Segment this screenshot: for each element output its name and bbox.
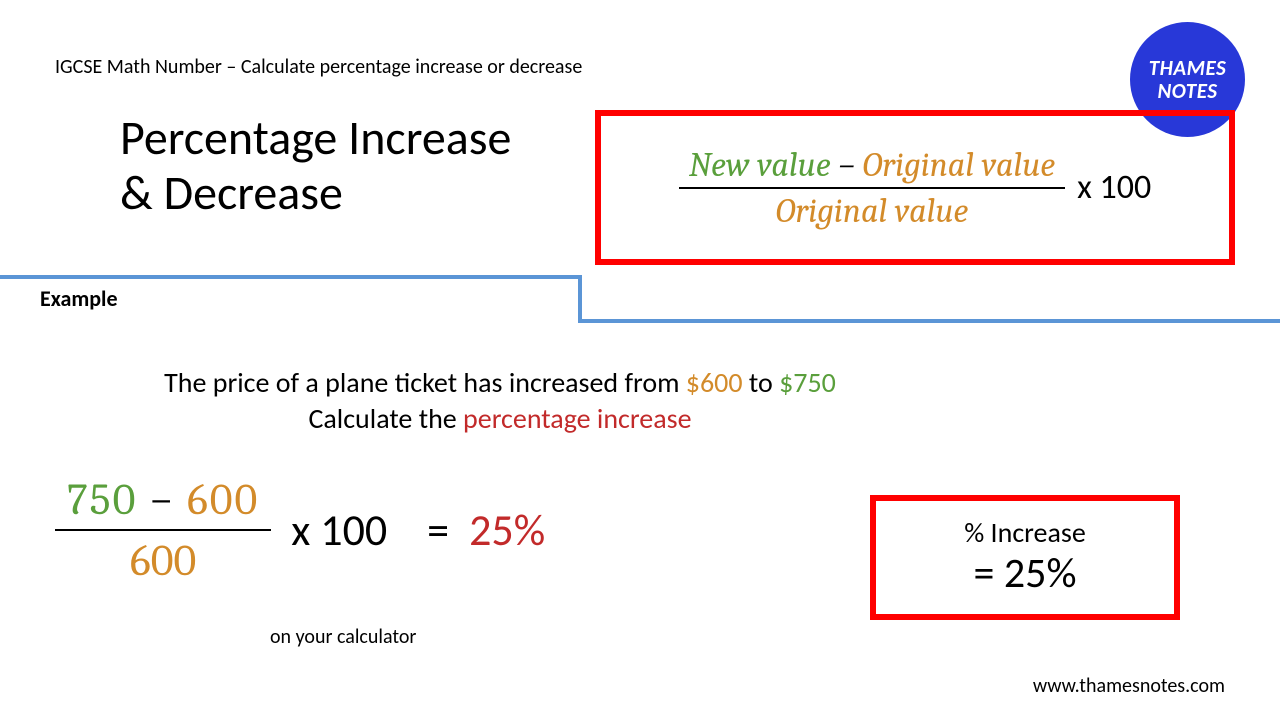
calc-times-100: x 100 (291, 503, 387, 557)
formula-denominator: Original value (766, 189, 979, 233)
example-question: The price of a plane ticket has increase… (0, 365, 1000, 438)
calculation: 750 − 600 600 x 100 = 25% (55, 470, 545, 590)
calculator-note: on your calculator (270, 625, 416, 649)
answer-box: % Increase = 25% (870, 495, 1180, 620)
question-line2-pre: Calculate the (308, 401, 463, 436)
footer-url: www.thamesnotes.com (1033, 674, 1225, 698)
calc-equals: = (427, 503, 449, 557)
calc-numerator-a: 750 (67, 474, 137, 525)
formula-fraction: New value − Original value Original valu… (679, 143, 1065, 233)
page-title: Percentage Increase & Decrease (120, 110, 511, 220)
calc-result: 25% (469, 503, 545, 557)
example-heading: Example (40, 285, 118, 312)
logo-line2: NOTES (1157, 78, 1217, 104)
title-line2: & Decrease (120, 163, 343, 222)
question-text-pre: The price of a plane ticket has increase… (164, 365, 686, 400)
calc-fraction: 750 − 600 600 (55, 470, 271, 590)
calc-numerator-b: 600 (187, 474, 259, 525)
question-from-value: $600 (686, 365, 743, 400)
calc-denominator: 600 (118, 531, 208, 590)
formula: New value − Original value Original valu… (679, 143, 1151, 233)
formula-new-value: New value (689, 145, 831, 185)
breadcrumb: IGCSE Math Number – Calculate percentage… (55, 55, 582, 79)
title-line1: Percentage Increase (120, 108, 511, 167)
question-line2-red: percentage increase (463, 401, 691, 436)
question-text-mid: to (743, 365, 780, 400)
formula-times-100: x 100 (1077, 167, 1151, 208)
section-divider (0, 275, 1280, 325)
question-to-value: $750 (779, 365, 836, 400)
formula-original-value: Original value (863, 145, 1056, 185)
formula-box: New value − Original value Original valu… (595, 110, 1235, 265)
calc-numerator-minus: − (137, 474, 187, 525)
answer-value: = 25% (973, 549, 1076, 599)
formula-minus: − (831, 145, 863, 185)
answer-label: % Increase (964, 516, 1086, 550)
